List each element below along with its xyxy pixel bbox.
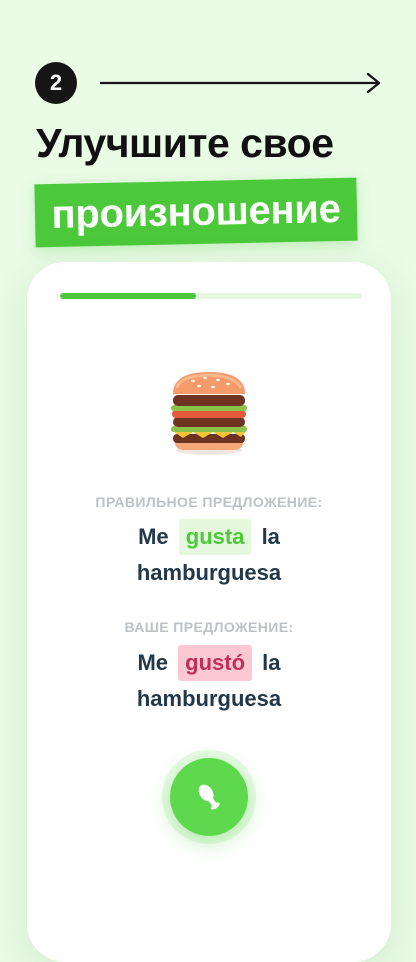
- correct-word-highlight: gusta: [178, 519, 252, 555]
- sentence-word: Me: [137, 650, 169, 675]
- headline-highlight: произношение: [51, 186, 341, 238]
- correct-sentence-label: ПРАВИЛЬНОЕ ПРЕДЛОЖЕНИЕ:: [95, 494, 323, 510]
- step-number-badge: 2: [35, 62, 77, 104]
- arrow-right-icon: [100, 73, 381, 93]
- sentence-word: la: [262, 650, 281, 675]
- step-number: 2: [49, 70, 63, 95]
- headline: Улучшите свое: [36, 120, 334, 166]
- microphone-icon: [198, 784, 220, 810]
- wrong-word-highlight: gustó: [178, 645, 253, 681]
- phone-card: ПРАВИЛЬНОЕ ПРЕДЛОЖЕНИЕ: Me gusta la hamb…: [27, 262, 391, 962]
- progress-fill: [60, 293, 196, 299]
- your-sentence: Me gustó la hamburguesa: [27, 645, 391, 717]
- sentence-word: hamburguesa: [136, 686, 282, 711]
- microphone-button[interactable]: [170, 758, 248, 836]
- your-sentence-label: ВАШЕ ПРЕДЛОЖЕНИЕ:: [124, 619, 294, 635]
- hamburger-icon: [171, 372, 247, 455]
- sentence-word: hamburguesa: [136, 560, 282, 585]
- sentence-word: la: [261, 524, 280, 549]
- progress-bar: [60, 293, 362, 299]
- correct-sentence: Me gusta la hamburguesa: [27, 519, 391, 591]
- sentence-word: Me: [138, 524, 169, 549]
